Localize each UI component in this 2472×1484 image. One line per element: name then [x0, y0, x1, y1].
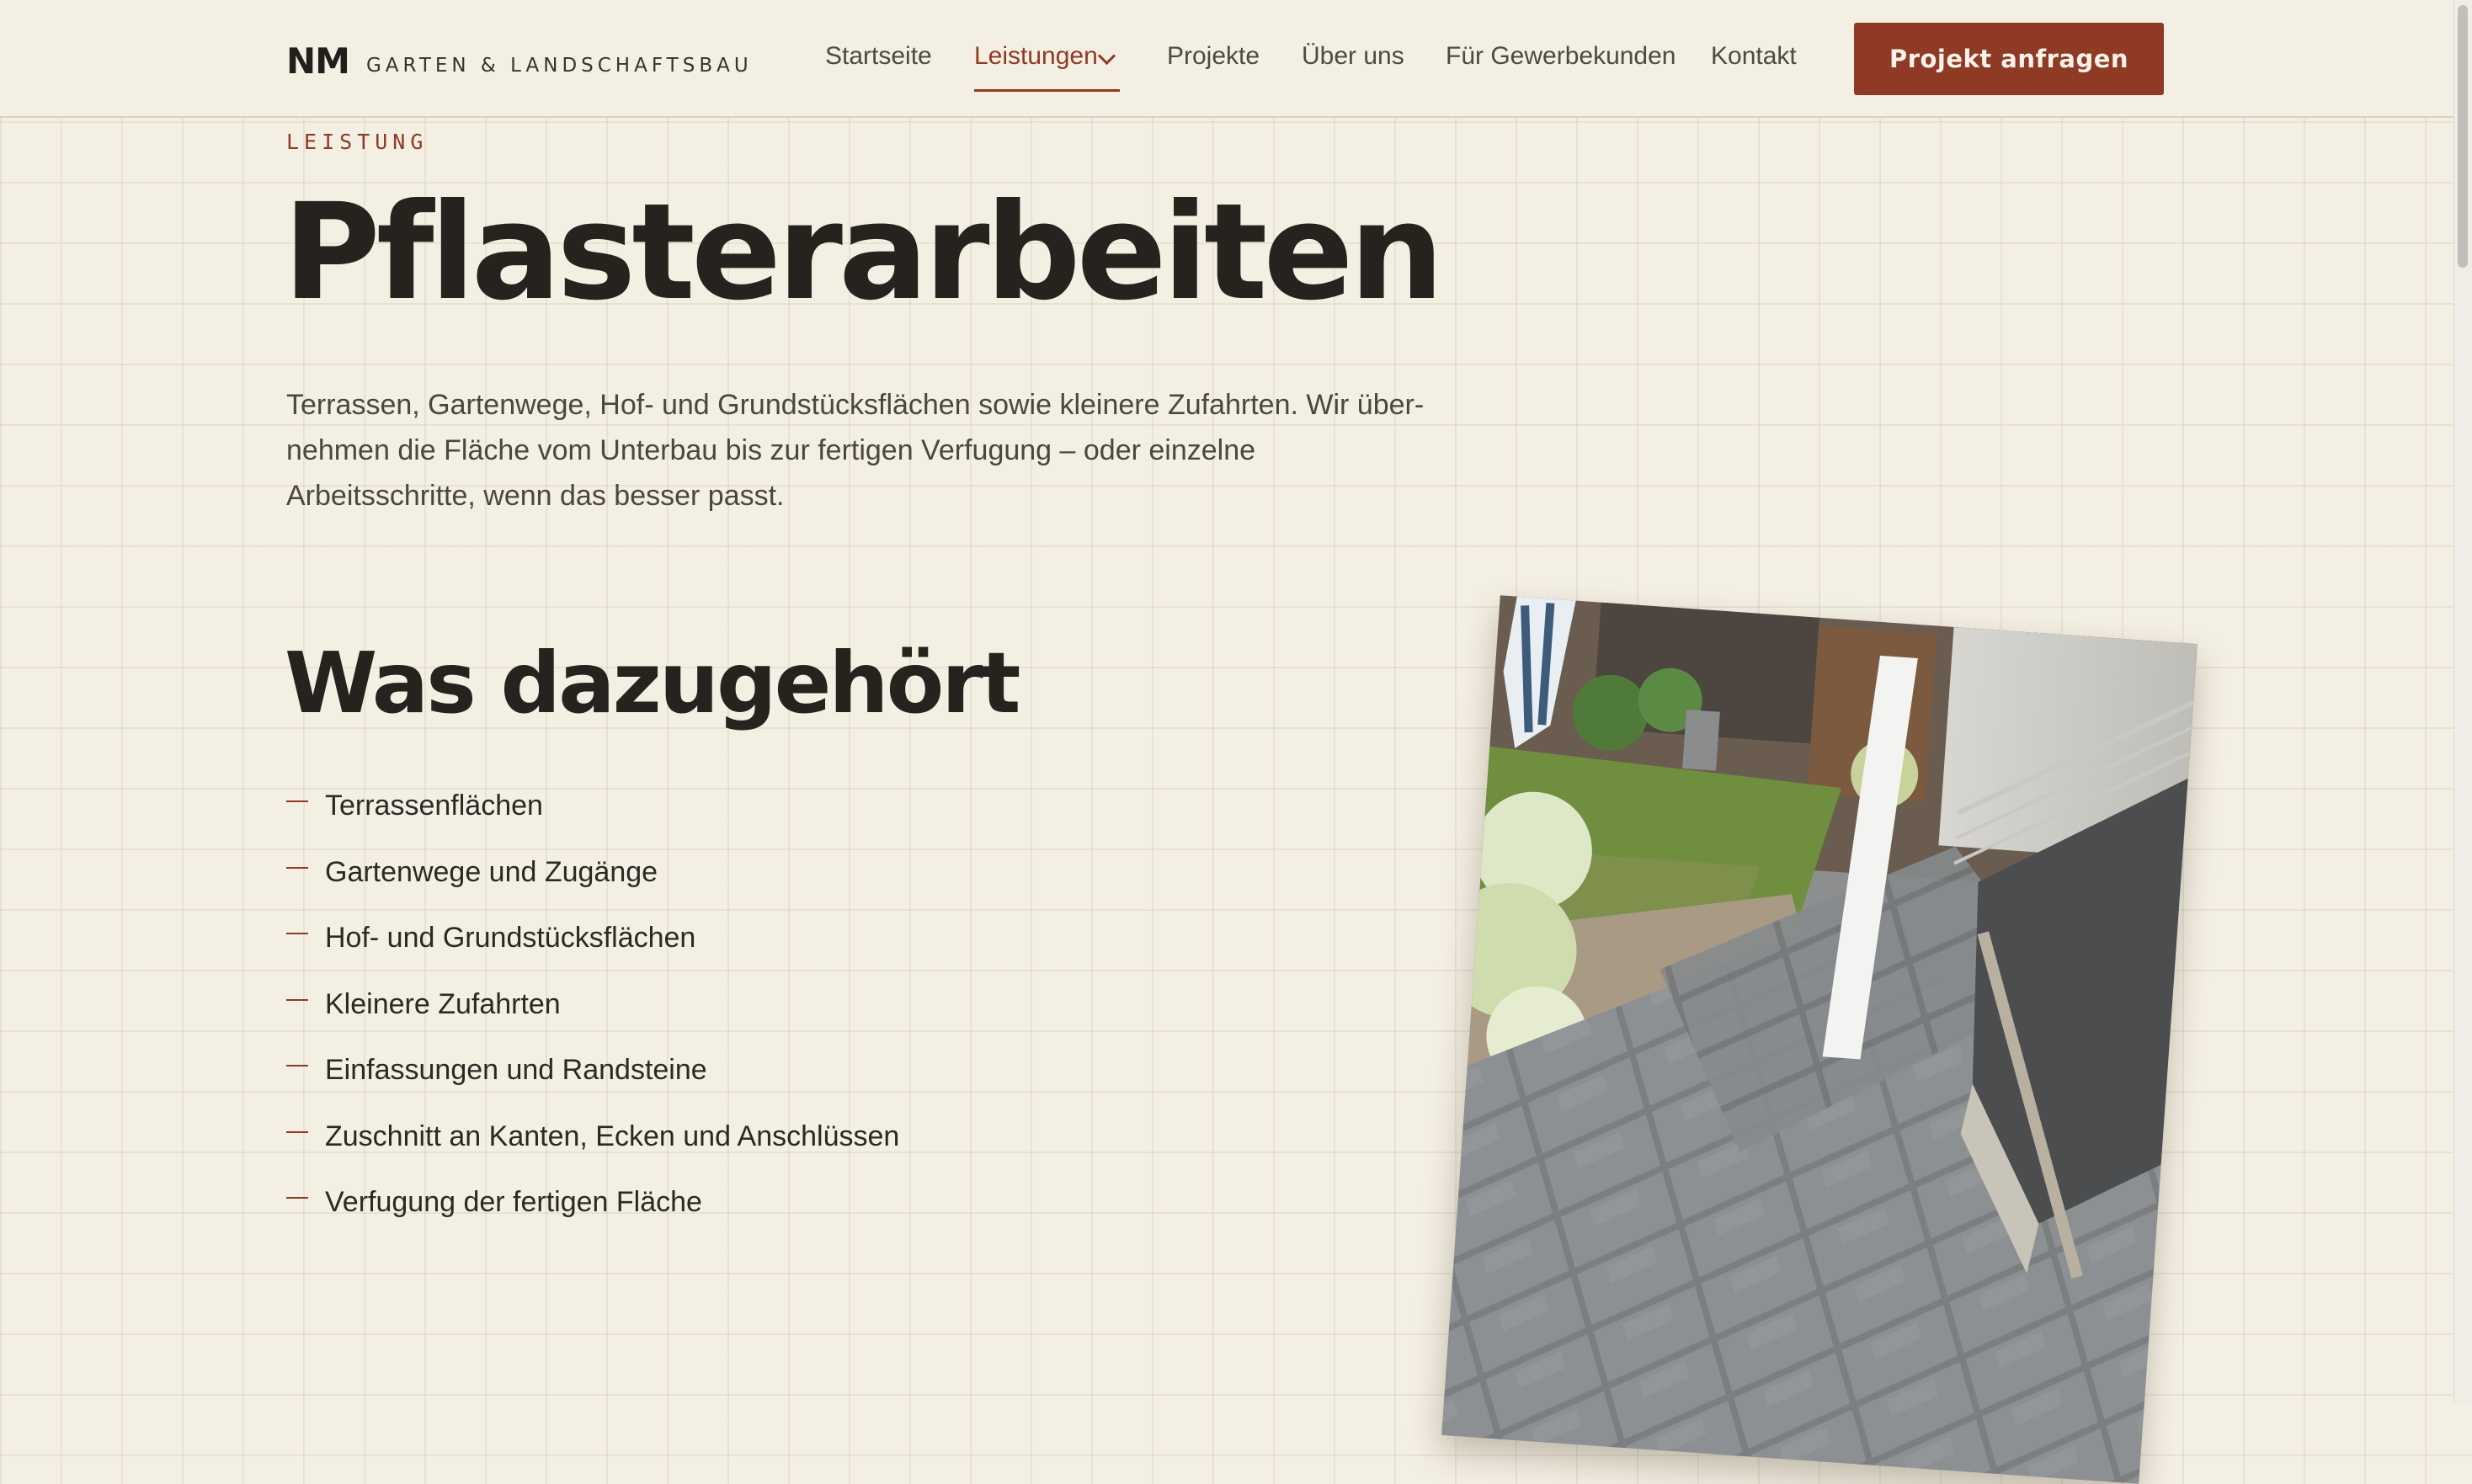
nav-startseite[interactable]: Startseite	[825, 42, 932, 71]
list-item-label: Zuschnitt an Kanten, Ecken und Anschlüss…	[325, 1120, 900, 1152]
list-item: Zuschnitt an Kanten, Ecken und Anschlüss…	[286, 1115, 899, 1182]
project-photo	[1441, 595, 2198, 1484]
list-item: Kleinere Zufahrten	[286, 983, 899, 1050]
list-item: Terrassenflächen	[286, 785, 899, 851]
dash-bullet	[286, 998, 308, 1001]
dash-bullet	[286, 933, 308, 934]
dash-bullet	[286, 801, 308, 802]
logo-text: GARTEN & LANDSCHAFTSBAU	[365, 55, 753, 77]
list-item-label: Hof- und Grundstücksflächen	[325, 922, 696, 954]
site-header: NM GARTEN & LANDSCHAFTSBAU Startseite Le…	[0, 0, 2453, 118]
list-item-label: Einfassungen und Randsteine	[325, 1054, 707, 1086]
section-heading: Was dazugehört	[285, 634, 1020, 732]
list-item-label: Kleinere Zufahrten	[325, 987, 561, 1020]
nav-ueber-uns[interactable]: Über uns	[1302, 42, 1404, 71]
scope-list: Terrassenflächen Gartenwege und Zugänge …	[286, 785, 899, 1247]
dash-bullet	[286, 1130, 308, 1133]
chevron-down-icon[interactable]	[1097, 46, 1116, 66]
nav-kontakt[interactable]: Kontakt	[1711, 42, 1797, 71]
page-title: Pflasterarbeiten	[283, 175, 1444, 330]
list-item: Einfassungen und Randsteine	[286, 1049, 899, 1115]
nav-gewerbekunden[interactable]: Für Gewerbekunden	[1446, 42, 1676, 71]
dash-bullet	[286, 866, 308, 869]
eyebrow-label: LEISTUNG	[286, 130, 429, 154]
list-item-label: Terrassenflächen	[325, 790, 543, 822]
list-item-label: Gartenwege und Zugänge	[325, 855, 658, 888]
project-request-button[interactable]: Projekt anfragen	[1854, 23, 2164, 95]
logo-mark: NM	[286, 40, 350, 82]
dash-bullet	[286, 1197, 308, 1199]
logo[interactable]: NM GARTEN & LANDSCHAFTSBAU	[286, 39, 753, 79]
dash-bullet	[286, 1065, 308, 1066]
list-item-label: Verfugung der fertigen Fläche	[325, 1186, 702, 1218]
nav-active-indicator	[974, 89, 1120, 92]
list-item: Verfugung der fertigen Fläche	[286, 1181, 899, 1247]
paving-photo-illustration	[1441, 595, 2198, 1484]
nav-leistungen[interactable]: Leistungen	[974, 42, 1098, 71]
list-item: Hof- und Grundstücksflächen	[286, 917, 899, 983]
intro-text: Terrassen, Gartenwege, Hof- und Grundstü…	[286, 389, 1425, 512]
list-item: Gartenwege und Zugänge	[286, 851, 899, 918]
nav-projekte[interactable]: Projekte	[1167, 42, 1260, 71]
scrollbar-thumb[interactable]	[2458, 5, 2468, 268]
